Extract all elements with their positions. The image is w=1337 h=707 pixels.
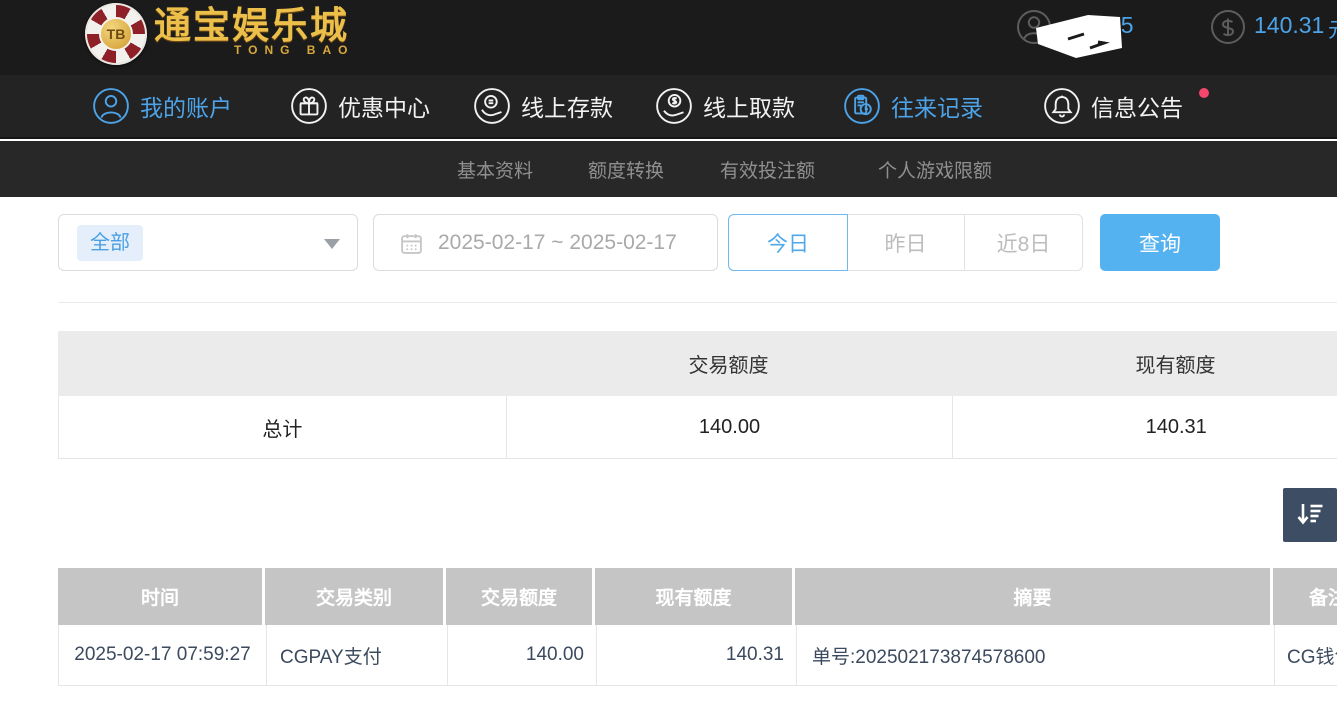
col-amount: 交易额度 xyxy=(446,568,595,625)
sort-descending-icon xyxy=(1293,498,1327,532)
withdraw-icon xyxy=(655,87,693,125)
page: TB 通宝娱乐城 TONG BAO 25 140.31 元 xyxy=(0,0,1337,707)
subnav-label: 有效投注额 xyxy=(720,156,815,183)
nav-item-deposit[interactable]: 线上存款 xyxy=(473,75,613,137)
nav-label: 我的账户 xyxy=(140,89,232,123)
summary-total-row: 总计 140.00 140.31 xyxy=(58,396,1337,459)
subnav-item-valid-bets[interactable]: 有效投注额 xyxy=(720,141,815,197)
nav-label: 优惠中心 xyxy=(338,89,430,123)
divider xyxy=(58,302,1337,303)
nav-item-withdraw[interactable]: 线上取款 xyxy=(655,75,795,137)
tx-remark: CG钱包 xyxy=(1274,625,1337,685)
tx-balance: 140.31 xyxy=(596,625,796,685)
top-bar: TB 通宝娱乐城 TONG BAO 25 140.31 元 xyxy=(0,0,1337,75)
subnav-label: 基本资料 xyxy=(457,156,533,183)
chip-label: TB xyxy=(99,17,133,51)
records-icon xyxy=(843,87,881,125)
poker-chip-icon: TB xyxy=(85,3,147,65)
chevron-down-icon xyxy=(324,239,340,249)
nav-label: 往来记录 xyxy=(891,89,983,123)
summary-col-current-balance: 现有额度 xyxy=(952,331,1337,396)
nav-item-records[interactable]: 往来记录 xyxy=(843,75,983,137)
col-summary: 摘要 xyxy=(795,568,1273,625)
query-button[interactable]: 查询 xyxy=(1100,214,1220,271)
nav-label: 线上取款 xyxy=(703,89,795,123)
total-transaction-amount: 140.00 xyxy=(506,396,953,458)
deposit-icon xyxy=(473,87,511,125)
subnav-item-game-limits[interactable]: 个人游戏限额 xyxy=(878,141,992,197)
yesterday-button[interactable]: 昨日 xyxy=(847,215,964,270)
balance-suffix: 元 xyxy=(1328,14,1337,44)
account-icon xyxy=(92,87,130,125)
quick-range-group: 今日 昨日 近8日 xyxy=(728,214,1083,271)
calendar-icon xyxy=(399,231,424,256)
subnav-item-basic-info[interactable]: 基本资料 xyxy=(457,141,533,197)
tx-time: 2025-02-17 07:59:27 xyxy=(59,625,266,685)
tx-summary: 单号:202502173874578600 xyxy=(796,625,1274,685)
transaction-type-select[interactable]: 全部 xyxy=(58,214,358,271)
total-label: 总计 xyxy=(59,396,506,458)
summary-col-empty xyxy=(58,331,505,396)
logo-text: 通宝娱乐城 TONG BAO xyxy=(154,3,354,56)
col-type: 交易类别 xyxy=(265,568,446,625)
main-nav: 我的账户 优惠中心 线上存款 xyxy=(0,75,1337,139)
subnav-label: 个人游戏限额 xyxy=(878,156,992,183)
site-title: 通宝娱乐城 xyxy=(154,7,354,44)
transaction-row: 2025-02-17 07:59:27 CGPAY支付 140.00 140.3… xyxy=(58,625,1337,686)
tx-type: CGPAY支付 xyxy=(266,625,447,685)
last-8-days-button[interactable]: 近8日 xyxy=(964,215,1082,270)
balance-amount: 140.31 xyxy=(1254,12,1324,39)
nav-label: 线上存款 xyxy=(521,89,613,123)
subnav-item-credit-transfer[interactable]: 额度转换 xyxy=(588,141,664,197)
date-range-input[interactable]: 2025-02-17 ~ 2025-02-17 xyxy=(373,214,718,271)
sort-descending-button[interactable] xyxy=(1283,488,1337,542)
today-button[interactable]: 今日 xyxy=(728,214,848,271)
sub-nav: 基本资料 额度转换 有效投注额 个人游戏限额 xyxy=(0,141,1337,197)
tx-amount: 140.00 xyxy=(447,625,596,685)
summary-table-header: 交易额度 现有额度 xyxy=(58,331,1337,396)
site-subtitle: TONG BAO xyxy=(234,44,354,56)
selected-type-chip: 全部 xyxy=(77,225,143,261)
redaction-scribble xyxy=(1030,8,1130,62)
gift-icon xyxy=(290,87,328,125)
nav-item-announcements[interactable]: 信息公告 xyxy=(1043,75,1183,137)
col-time: 时间 xyxy=(58,568,265,625)
date-range-value: 2025-02-17 ~ 2025-02-17 xyxy=(438,215,677,270)
col-balance: 现有额度 xyxy=(595,568,795,625)
total-current-balance: 140.31 xyxy=(952,396,1337,458)
subnav-label: 额度转换 xyxy=(588,156,664,183)
transactions-table-header: 时间 交易类别 交易额度 现有额度 摘要 备注 xyxy=(58,568,1337,625)
summary-table: 交易额度 现有额度 总计 140.00 140.31 xyxy=(58,331,1337,459)
bell-icon xyxy=(1043,87,1081,125)
col-remark: 备注 xyxy=(1273,568,1337,625)
notification-dot xyxy=(1199,88,1209,98)
nav-label: 信息公告 xyxy=(1091,89,1183,123)
site-logo[interactable]: TB 通宝娱乐城 TONG BAO xyxy=(85,3,354,65)
balance-dollar-icon xyxy=(1210,9,1246,45)
transactions-table: 时间 交易类别 交易额度 现有额度 摘要 备注 2025-02-17 07:59… xyxy=(58,568,1337,686)
nav-item-promotions[interactable]: 优惠中心 xyxy=(290,75,430,137)
summary-col-transaction-amount: 交易额度 xyxy=(505,331,952,396)
nav-item-my-account[interactable]: 我的账户 xyxy=(92,75,232,137)
